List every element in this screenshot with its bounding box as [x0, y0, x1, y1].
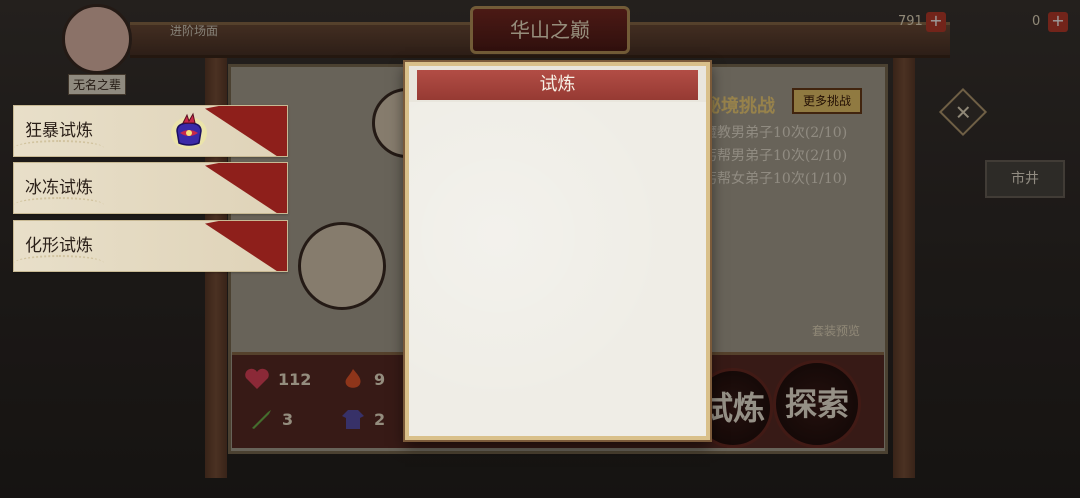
dialog-body [409, 102, 706, 436]
trial-item-label: 狂暴试炼 [25, 121, 93, 141]
corner-ribbon [205, 106, 287, 156]
trial-item-freeze[interactable]: 冰冻试炼 [13, 162, 288, 214]
dialog-title: 试炼 [417, 70, 698, 100]
trial-dialog: 试炼 [405, 62, 710, 440]
trial-item-label: 化形试炼 [25, 236, 93, 256]
corner-ribbon [205, 163, 287, 213]
corner-ribbon [205, 221, 287, 271]
trial-item-label: 冰冻试炼 [25, 178, 93, 198]
reward-bag-icon [171, 112, 207, 149]
trial-item-transform[interactable]: 化形试炼 [13, 220, 288, 272]
trial-item-berserk[interactable]: 狂暴试炼 [13, 105, 288, 157]
